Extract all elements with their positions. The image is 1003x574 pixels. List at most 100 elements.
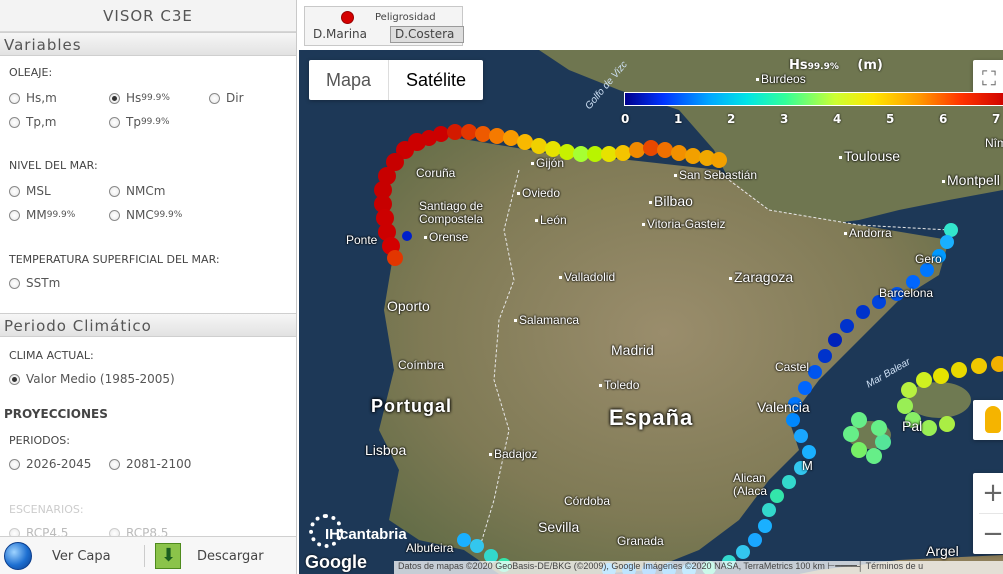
city-label: Alican (Alaca xyxy=(733,471,768,498)
radio-dot[interactable] xyxy=(209,92,220,104)
tab-dcostera[interactable]: D.Costera xyxy=(390,26,464,43)
legend-tick: 1 xyxy=(674,112,683,126)
radio-nmcm[interactable]: NMCm xyxy=(109,184,165,198)
zoom-in-button[interactable]: + xyxy=(973,473,1003,513)
city-label: Madrid xyxy=(611,342,654,358)
city-label: Barcelona xyxy=(879,286,934,300)
oleaje-label: OLEAJE: xyxy=(9,66,53,79)
radio-dot[interactable] xyxy=(9,373,20,385)
radio-label: Dir xyxy=(226,91,244,105)
radio-tp-99[interactable]: Tp 99.9% xyxy=(109,115,170,129)
radio-dot[interactable] xyxy=(9,92,20,104)
radio-dot[interactable] xyxy=(9,458,20,470)
radio-dot[interactable] xyxy=(9,116,20,128)
mallorca-island xyxy=(907,382,971,418)
radio-label: 2081-2100 xyxy=(126,457,192,471)
zoom-out-button[interactable]: − xyxy=(973,514,1003,554)
ver-capa-button[interactable]: Ver Capa xyxy=(4,537,111,574)
city-label: Bilbao xyxy=(649,193,693,209)
periodos-label: PERIODOS: xyxy=(9,434,70,447)
city-label: León xyxy=(535,213,567,227)
proyecciones-label: PROYECCIONES xyxy=(4,407,108,421)
map-type-mapa[interactable]: Mapa xyxy=(309,60,388,100)
radio-label: Tp,m xyxy=(26,115,57,129)
download-icon xyxy=(155,543,181,569)
city-label: Oporto xyxy=(387,298,430,314)
legend-tick: 5 xyxy=(886,112,895,126)
radio-sub: 99.9% xyxy=(140,117,170,127)
radio-label: 2026-2045 xyxy=(26,457,92,471)
country-label: España xyxy=(609,405,694,430)
radio-periodo-2081[interactable]: 2081-2100 xyxy=(109,457,191,471)
radio-dir[interactable]: Dir xyxy=(209,91,244,105)
city-label: Coímbra xyxy=(398,358,445,372)
city-label: Badajoz xyxy=(489,447,537,461)
radio-hs-m[interactable]: Hs,m xyxy=(9,91,57,105)
radio-sub: 99.9% xyxy=(141,93,170,103)
ver-capa-label: Ver Capa xyxy=(52,548,111,564)
radio-valor-medio[interactable]: Valor Medio (1985-2005) xyxy=(9,372,175,386)
hazard-icon xyxy=(341,11,354,24)
city-label: Valencia xyxy=(757,399,810,415)
radio-dot[interactable] xyxy=(109,185,120,197)
city-label: Pal xyxy=(902,418,923,434)
city-label: Zaragoza xyxy=(729,269,793,285)
city-label: Santiago de Compostela xyxy=(419,199,484,226)
globe-icon xyxy=(4,542,32,570)
city-label: M xyxy=(802,458,813,473)
nivel-label: NIVEL DEL MAR: xyxy=(9,159,98,172)
city-label: Nîm xyxy=(985,136,1003,150)
periodo-header[interactable]: Periodo Climático xyxy=(0,313,296,337)
tab-dmarina[interactable]: D.Marina xyxy=(313,27,367,41)
map-type-satelite[interactable]: Satélite xyxy=(388,60,483,100)
zoom-control: + − xyxy=(973,473,1003,554)
legend-unit: (m) xyxy=(857,58,883,73)
legend-title: Hs99.9% (m) xyxy=(789,58,883,73)
radio-sstm[interactable]: SSTm xyxy=(9,276,60,290)
city-label: Ponte xyxy=(346,233,378,247)
radio-label: NMC xyxy=(126,208,154,222)
map-type-control: Mapa Satélite xyxy=(309,60,484,100)
radio-label: MSL xyxy=(26,184,51,198)
city-label: Toledo xyxy=(599,378,639,392)
map-view[interactable]: Peligrosidad D.Marina D.Costera Mapa Sat… xyxy=(299,0,1003,574)
radio-dot[interactable] xyxy=(9,185,20,197)
city-label: Andorra xyxy=(844,226,892,240)
map-toolbar: Peligrosidad D.Marina D.Costera xyxy=(299,0,1003,50)
sidebar-panel: VISOR C3E Variables OLEAJE: Hs,m Hs 99.9… xyxy=(0,0,297,574)
city-label: Gijón xyxy=(531,156,564,170)
radio-dot[interactable] xyxy=(109,458,120,470)
escenarios-label: ESCENARIOS: xyxy=(9,503,84,516)
radio-dot[interactable] xyxy=(109,116,120,128)
app-title: VISOR C3E xyxy=(0,0,296,32)
radio-nmc-99[interactable]: NMC 99.9% xyxy=(109,208,182,222)
radio-dot[interactable] xyxy=(9,277,20,289)
map-attribution[interactable]: Datos de mapas ©2020 GeoBasis-DE/BKG (©2… xyxy=(394,561,1003,574)
radio-sub: 99.9% xyxy=(153,210,183,220)
city-label: Valladolid xyxy=(559,270,615,284)
variables-header[interactable]: Variables xyxy=(0,32,296,56)
peligrosidad-label: Peligrosidad xyxy=(375,12,436,23)
descargar-label: Descargar xyxy=(197,548,264,564)
city-label: Albufeira xyxy=(406,541,454,555)
radio-msl[interactable]: MSL xyxy=(9,184,51,198)
clima-actual-label: CLIMA ACTUAL: xyxy=(9,349,94,362)
radio-periodo-2026[interactable]: 2026-2045 xyxy=(9,457,91,471)
legend-tick: 7 xyxy=(992,112,1001,126)
peligrosidad-selector: Peligrosidad D.Marina D.Costera xyxy=(304,6,464,46)
streetview-pegman[interactable] xyxy=(973,400,1003,440)
radio-label: Hs xyxy=(126,91,142,105)
radio-dot[interactable] xyxy=(109,92,120,104)
descargar-button[interactable]: Descargar xyxy=(155,537,264,574)
bottom-toolbar: Ver Capa Descargar xyxy=(0,536,296,574)
city-label: Montpell xyxy=(942,172,1000,188)
radio-dot[interactable] xyxy=(109,209,120,221)
radio-tp-m[interactable]: Tp,m xyxy=(9,115,56,129)
legend-tick: 3 xyxy=(780,112,789,126)
radio-mm-99[interactable]: MM 99.9% xyxy=(9,208,75,222)
city-label: Sevilla xyxy=(538,519,580,535)
radio-label: MM xyxy=(26,208,47,222)
radio-hs-99[interactable]: Hs 99.9% xyxy=(109,91,170,105)
city-label: Orense xyxy=(424,230,468,244)
radio-dot[interactable] xyxy=(9,209,20,221)
